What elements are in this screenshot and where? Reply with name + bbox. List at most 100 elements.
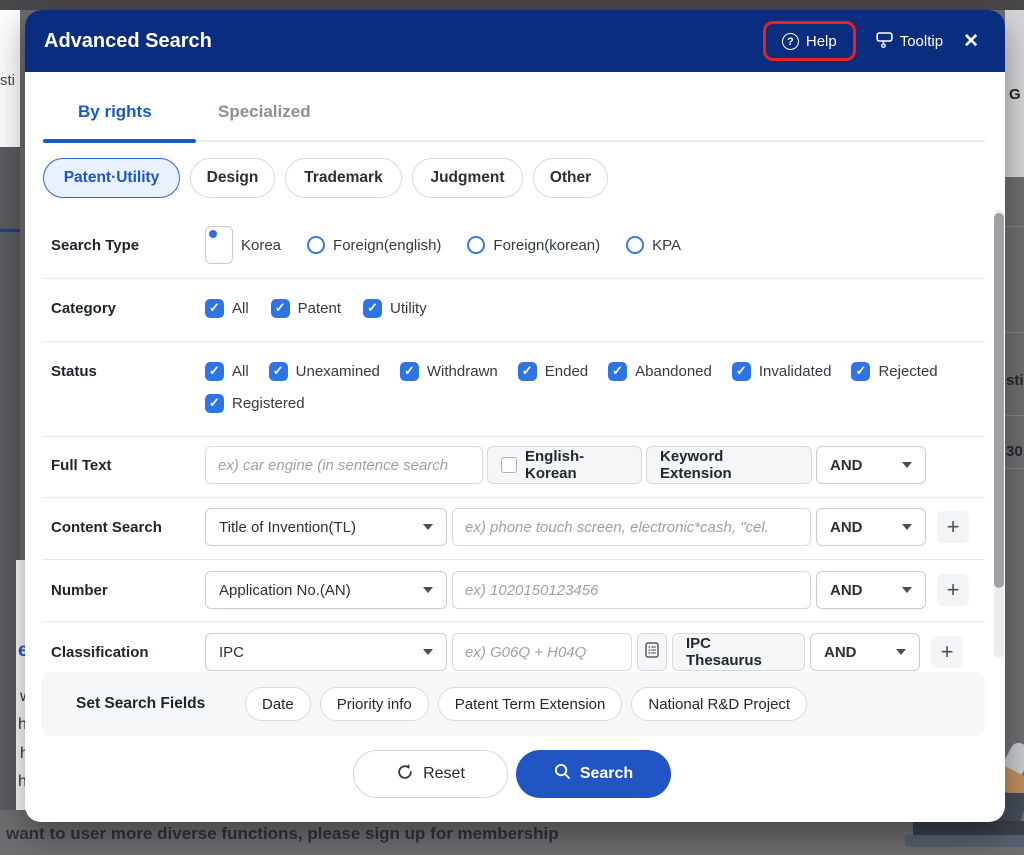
number-operator-select[interactable]: AND bbox=[816, 571, 926, 609]
radio-foreign-english[interactable]: Foreign(english) bbox=[307, 236, 441, 254]
field-pill-national-rd-project[interactable]: National R&D Project bbox=[631, 687, 808, 721]
search-button[interactable]: Search bbox=[516, 750, 671, 798]
classification-fields: IPC IPC Thesaurus AND + bbox=[205, 633, 963, 671]
number-field-select[interactable]: Application No.(AN) bbox=[205, 571, 447, 609]
background-left-area: sti bbox=[0, 10, 20, 147]
document-list-icon bbox=[645, 641, 659, 663]
status-options-line1: All Unexamined Withdrawn Ended Abandoned… bbox=[205, 352, 938, 390]
checkbox-checked-icon bbox=[205, 393, 224, 413]
radio-korea[interactable]: Korea bbox=[205, 226, 281, 264]
checkbox-unexamined[interactable]: Unexamined bbox=[268, 361, 380, 381]
background-divider bbox=[0, 229, 20, 232]
search-type-options: Korea Foreign(english) Foreign(korean) K… bbox=[205, 226, 681, 264]
tooltip-icon bbox=[876, 31, 893, 52]
checkbox-checked-icon bbox=[268, 361, 288, 381]
checkbox-invalidated[interactable]: Invalidated bbox=[731, 361, 831, 381]
red-highlight-annotation: ? Help bbox=[762, 20, 856, 62]
category-options: All Patent Utility bbox=[205, 289, 427, 327]
content-add-button[interactable]: + bbox=[937, 511, 969, 543]
help-button[interactable]: ? Help bbox=[781, 33, 837, 51]
checkbox-unchecked-icon bbox=[501, 457, 517, 473]
classification-operator-select[interactable]: AND bbox=[810, 633, 920, 671]
plus-icon: + bbox=[946, 577, 960, 602]
content-search-input[interactable] bbox=[452, 508, 811, 546]
row-label-number: Number bbox=[51, 581, 108, 599]
row-divider bbox=[43, 341, 985, 342]
search-icon bbox=[554, 763, 571, 785]
chevron-down-icon bbox=[896, 649, 906, 655]
modal-scrollbar-thumb[interactable] bbox=[994, 213, 1004, 588]
tooltip-button[interactable]: Tooltip bbox=[876, 31, 943, 52]
checkbox-all[interactable]: All bbox=[205, 298, 249, 318]
reset-button[interactable]: Reset bbox=[353, 750, 508, 798]
checkbox-utility[interactable]: Utility bbox=[363, 298, 427, 318]
checkbox-checked-icon bbox=[608, 361, 628, 381]
number-input[interactable] bbox=[452, 571, 811, 609]
plus-icon: + bbox=[940, 639, 954, 664]
english-korean-checkbox[interactable]: English-Korean bbox=[487, 446, 642, 484]
classification-code-list-button[interactable] bbox=[637, 633, 667, 671]
radio-selected-icon bbox=[205, 226, 233, 264]
background-text-fragment: sti bbox=[1006, 372, 1024, 389]
checkbox-checked-icon bbox=[517, 361, 537, 381]
row-divider bbox=[43, 621, 985, 622]
content-field-select[interactable]: Title of Invention(TL) bbox=[205, 508, 447, 546]
checkbox-rejected[interactable]: Rejected bbox=[851, 361, 938, 381]
reset-icon bbox=[396, 763, 414, 786]
chevron-down-icon bbox=[902, 524, 912, 530]
checkbox-registered[interactable]: Registered bbox=[205, 393, 305, 413]
checkbox-checked-icon bbox=[851, 361, 871, 381]
field-pill-patent-term-extension[interactable]: Patent Term Extension bbox=[437, 687, 623, 721]
background-text-fragment: G bbox=[1009, 86, 1021, 103]
radio-kpa[interactable]: KPA bbox=[626, 236, 681, 254]
row-divider bbox=[43, 436, 985, 437]
chevron-down-icon bbox=[902, 462, 912, 468]
row-label-classification: Classification bbox=[51, 643, 149, 661]
radio-icon bbox=[626, 236, 645, 254]
classification-field-select[interactable]: IPC bbox=[205, 633, 447, 671]
checkbox-checked-icon bbox=[731, 361, 751, 381]
content-operator-select[interactable]: AND bbox=[816, 508, 926, 546]
chevron-down-icon bbox=[902, 587, 912, 593]
checkbox-checked-icon bbox=[205, 361, 224, 381]
checkbox-withdrawn[interactable]: Withdrawn bbox=[399, 361, 498, 381]
chevron-down-icon bbox=[423, 587, 433, 593]
checkbox-patent[interactable]: Patent bbox=[270, 298, 341, 318]
radio-foreign-korean[interactable]: Foreign(korean) bbox=[467, 236, 600, 254]
header-actions: ? Help Tooltip ✕ bbox=[762, 10, 979, 72]
background-top-strip bbox=[0, 0, 1024, 10]
status-options-line2: Registered bbox=[205, 384, 305, 422]
close-icon: ✕ bbox=[963, 30, 979, 52]
row-label-content-search: Content Search bbox=[51, 518, 162, 536]
checkbox-ended[interactable]: Ended bbox=[517, 361, 588, 381]
classification-input[interactable] bbox=[452, 633, 632, 671]
tab-specialized[interactable]: Specialized bbox=[218, 102, 311, 122]
row-label-search-type: Search Type bbox=[51, 236, 140, 254]
tab-by-rights[interactable]: By rights bbox=[78, 102, 152, 122]
close-button[interactable]: ✕ bbox=[963, 30, 979, 53]
ipc-thesaurus-button[interactable]: IPC Thesaurus bbox=[672, 633, 805, 671]
row-divider bbox=[43, 559, 985, 560]
set-search-fields-pills: Date Priority info Patent Term Extension… bbox=[245, 672, 808, 736]
plus-icon: + bbox=[946, 514, 960, 539]
field-pill-date[interactable]: Date bbox=[245, 687, 311, 721]
pill-other[interactable]: Other bbox=[533, 158, 608, 198]
content-search-fields: Title of Invention(TL) AND + bbox=[205, 508, 969, 546]
checkbox-status-all[interactable]: All bbox=[205, 361, 249, 381]
checkbox-abandoned[interactable]: Abandoned bbox=[608, 361, 712, 381]
radio-icon bbox=[307, 236, 326, 254]
full-text-operator-select[interactable]: AND bbox=[816, 446, 926, 484]
number-add-button[interactable]: + bbox=[937, 574, 969, 606]
full-text-input[interactable] bbox=[205, 446, 483, 484]
dialog-header: Advanced Search ? Help Tooltip ✕ bbox=[25, 10, 1005, 72]
chevron-down-icon bbox=[423, 649, 433, 655]
pill-patent-utility[interactable]: Patent·Utility bbox=[43, 158, 180, 198]
keyword-extension-button[interactable]: Keyword Extension bbox=[646, 446, 812, 484]
field-pill-priority-info[interactable]: Priority info bbox=[319, 687, 429, 721]
pill-design[interactable]: Design bbox=[190, 158, 275, 198]
pill-trademark[interactable]: Trademark bbox=[285, 158, 402, 198]
chevron-down-icon bbox=[423, 524, 433, 530]
checkbox-checked-icon bbox=[205, 298, 224, 318]
classification-add-button[interactable]: + bbox=[931, 636, 963, 668]
pill-judgment[interactable]: Judgment bbox=[412, 158, 523, 198]
